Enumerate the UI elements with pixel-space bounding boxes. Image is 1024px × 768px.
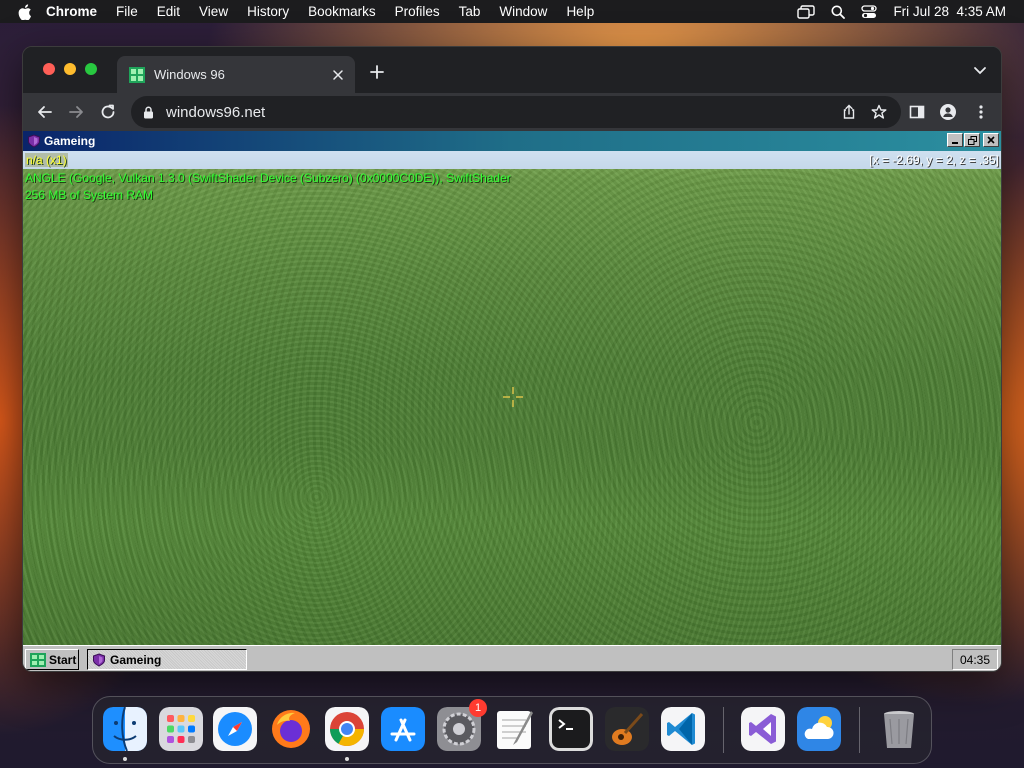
game-shield-icon [93,652,105,667]
win96-system-tray-clock[interactable]: 04:35 [952,649,998,670]
finder-running-indicator [123,757,127,761]
browser-tab-active[interactable]: Windows 96 [117,56,355,93]
win96-minimize-button[interactable] [947,133,963,147]
window-controls [43,63,97,75]
hud-ram-info: 256 MB of System RAM [25,188,154,202]
apple-icon[interactable] [18,3,32,20]
settings-notification-badge: 1 [469,699,487,717]
reload-icon[interactable] [100,104,116,120]
browser-toolbar: windows96.net [23,93,1001,131]
menu-bar-extras: Fri Jul 28 4:35 AM [797,0,1006,23]
win96-taskbar-item-gameing[interactable]: Gameing [87,649,247,670]
weather-icon[interactable] [797,707,841,751]
game-shield-icon [28,134,40,148]
win96-taskbar: Start Gameing 04:35 [23,645,1001,671]
hud-coordinates: [x = -2.69, y = 2, z = .35] [869,153,999,167]
menu-tab[interactable]: Tab [459,4,481,19]
menu-edit[interactable]: Edit [157,4,180,19]
dock-separator-trash [859,707,860,753]
game-sky-strip [23,151,1001,169]
garageband-icon[interactable] [605,707,649,751]
menu-help[interactable]: Help [566,4,594,19]
safari-icon[interactable] [213,707,257,751]
page-viewport: Gameing n/a (x1) ANGLE (Google, Vulkan 1… [23,131,1001,671]
visual-studio-icon[interactable] [741,707,785,751]
new-tab-icon[interactable] [369,64,385,80]
more-options-icon[interactable] [973,104,989,120]
profile-avatar-icon[interactable] [940,104,956,120]
forward-arrow-icon[interactable] [68,104,84,120]
launchpad-icon[interactable] [159,707,203,751]
menu-view[interactable]: View [199,4,228,19]
close-icon [987,136,995,144]
close-tab-icon[interactable] [331,68,345,82]
win96-close-button[interactable] [983,133,999,147]
tab-title: Windows 96 [154,67,225,82]
windows-logo-icon [30,652,46,667]
minimize-window-button[interactable] [64,63,76,75]
menu-bar: Chrome File Edit View History Bookmarks … [0,0,1024,23]
textedit-icon[interactable] [493,707,537,751]
tab-strip: Windows 96 [23,47,1001,93]
trash-icon[interactable] [877,707,921,751]
vscode-icon[interactable] [661,707,705,751]
game-canvas[interactable]: n/a (x1) ANGLE (Google, Vulkan 1.3.0 (Sw… [23,151,1001,645]
macos-dock: 1 [92,696,932,764]
menu-bookmarks[interactable]: Bookmarks [308,4,376,19]
address-url[interactable]: windows96.net [166,104,841,121]
terminal-icon[interactable] [549,707,593,751]
windows96-favicon-icon [129,66,145,83]
dock-separator [723,707,724,753]
lock-icon[interactable] [143,106,154,119]
zoom-window-button[interactable] [85,63,97,75]
taskbar-item-label: Gameing [110,652,162,667]
bookmark-star-icon[interactable] [871,104,887,120]
share-icon[interactable] [841,104,857,120]
chrome-icon[interactable] [325,707,369,751]
back-arrow-icon[interactable] [37,104,53,120]
menu-bar-clock[interactable]: Fri Jul 28 4:35 AM [893,4,1006,19]
screen-mirroring-icon[interactable] [797,4,816,19]
address-bar[interactable]: windows96.net [131,96,901,128]
chrome-running-indicator [345,757,349,761]
win96-window-buttons [947,133,999,147]
menu-profiles[interactable]: Profiles [395,4,440,19]
side-panel-icon[interactable] [909,104,925,120]
finder-icon[interactable] [103,707,147,751]
win96-window-title: Gameing [44,134,96,148]
minimize-icon [952,142,958,144]
restore-icon [967,135,977,145]
menu-app-name[interactable]: Chrome [46,4,97,19]
hud-gpu-info: ANGLE (Google, Vulkan 1.3.0 (SwiftShader… [25,171,511,185]
tab-search-chevron-icon[interactable] [973,66,987,76]
win96-start-button[interactable]: Start [25,649,79,670]
app-store-icon[interactable] [381,707,425,751]
firefox-icon[interactable] [269,707,313,751]
chrome-window: Windows 96 windows96.net Gameing n/a (x1… [22,46,1002,672]
menu-history[interactable]: History [247,4,289,19]
spotlight-search-icon[interactable] [831,5,846,19]
menu-window[interactable]: Window [499,4,547,19]
menu-file[interactable]: File [116,4,138,19]
crosshair-icon [503,387,523,407]
control-center-icon[interactable] [861,4,878,19]
win96-restore-button[interactable] [964,133,980,147]
hud-fps-readout: n/a (x1) [25,153,68,167]
start-label: Start [49,652,77,667]
win96-window-titlebar[interactable]: Gameing [23,131,1001,151]
close-window-button[interactable] [43,63,55,75]
tray-time: 04:35 [959,652,991,667]
